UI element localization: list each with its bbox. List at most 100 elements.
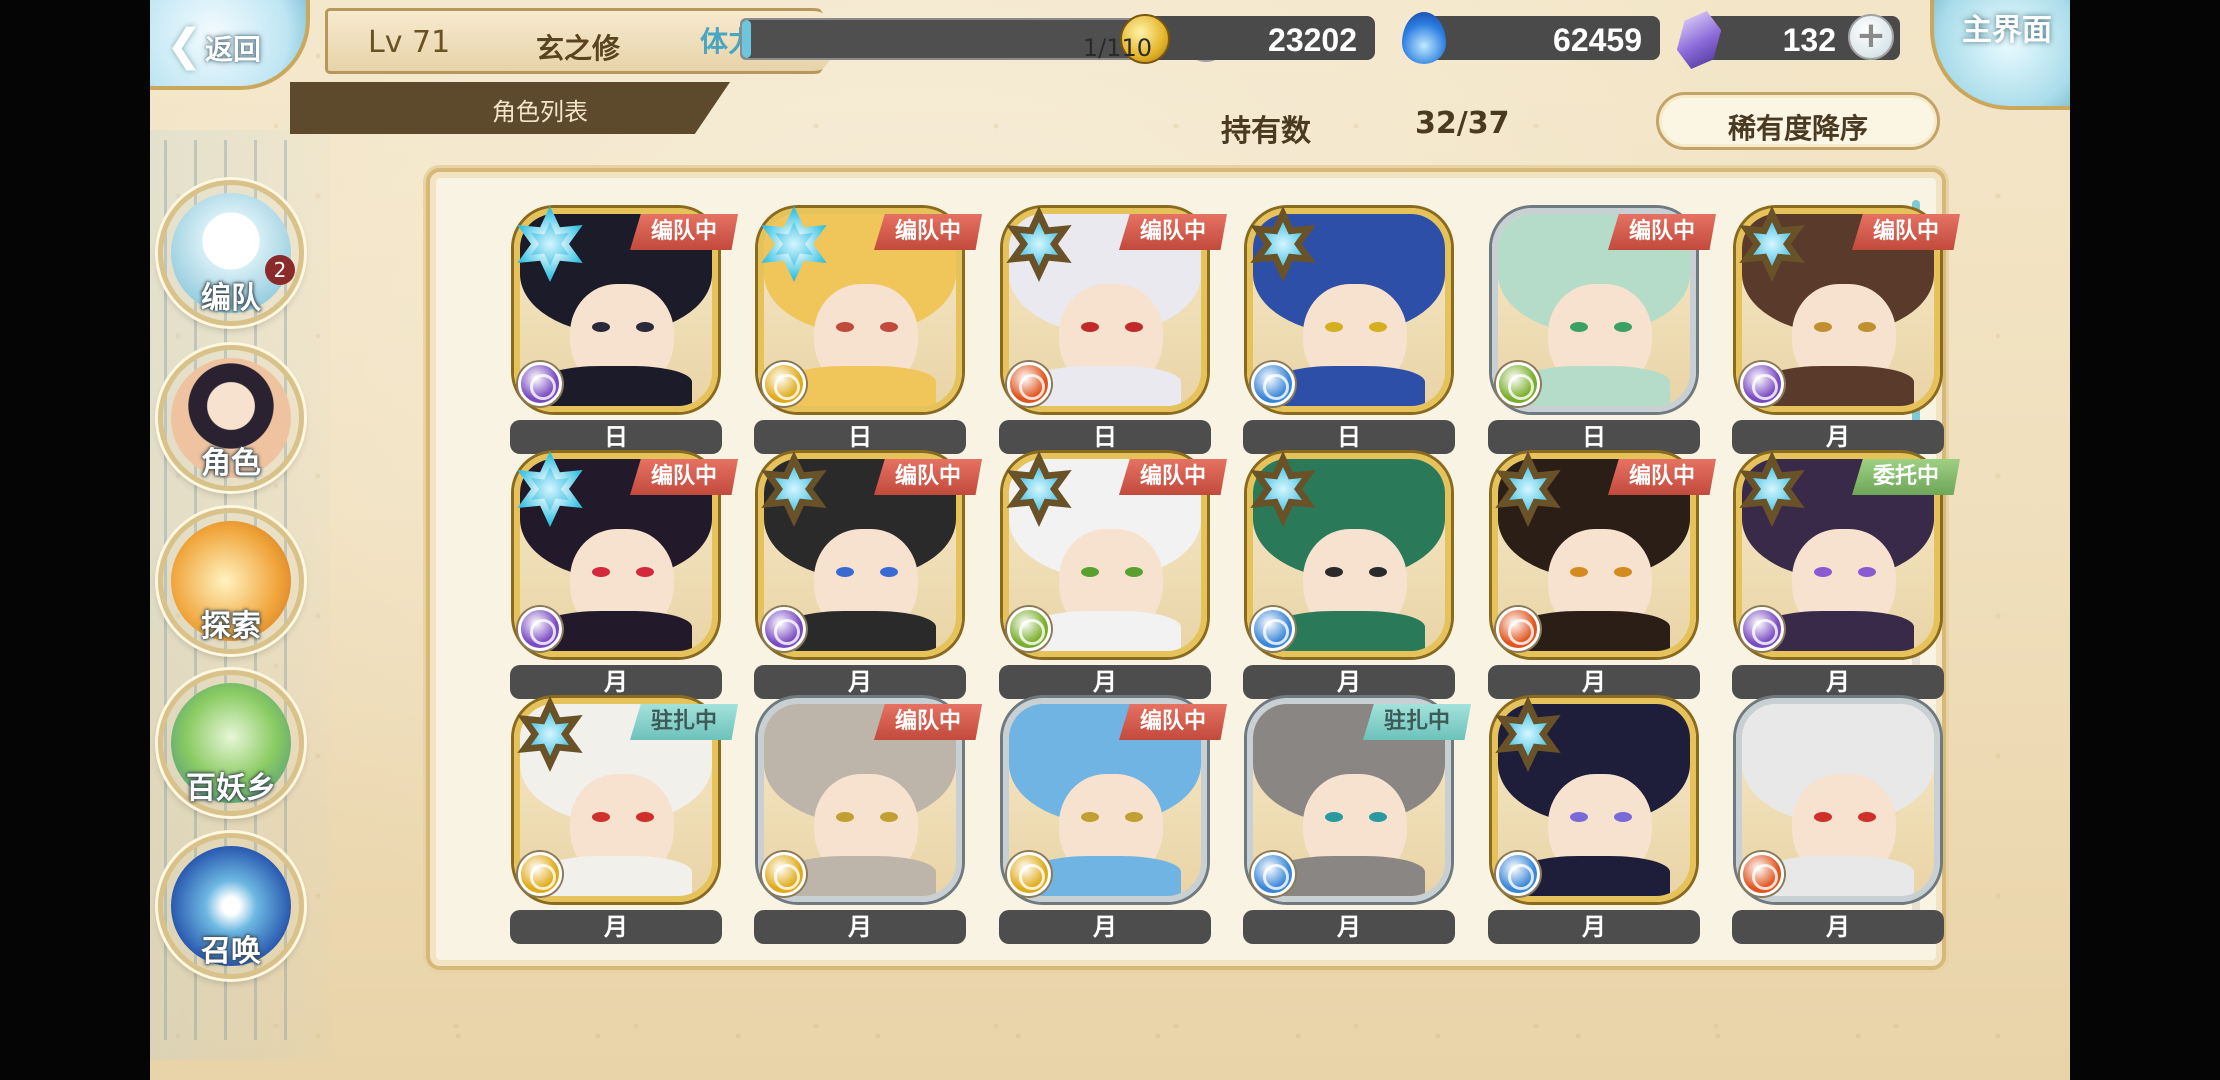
rarity-star-core [531,222,569,266]
character-day-label: 月 [1732,910,1944,944]
character-eye [1614,567,1632,577]
character-eye [1858,567,1876,577]
character-eye [1858,812,1876,822]
character-card[interactable]: 编队中日 [1488,208,1716,454]
nav-summon-button[interactable]: 召唤 [158,833,304,979]
status-badge: 编队中 [874,704,982,740]
rarity-star-core [1264,222,1302,266]
character-outfit [1762,611,1914,651]
character-list-screen: 2 编队 角色 探索 百妖乡 召唤 ❮ 返回 Lv 71 玄之修 角色列表 体力 1/11… [150,0,2070,1080]
character-card[interactable]: 月 [1732,698,1948,944]
character-outfit [1762,366,1914,406]
character-outfit [1029,366,1181,406]
character-outfit [1029,611,1181,651]
status-badge: 编队中 [1852,214,1960,250]
add-gems-button[interactable]: + [1848,14,1894,60]
character-eye [1369,567,1387,577]
character-card[interactable]: 驻扎中月 [1243,698,1471,944]
character-eye [1325,812,1343,822]
character-card[interactable]: 月 [1488,696,1704,944]
rarity-star-core [775,467,813,511]
purple-element-icon [518,607,562,651]
character-eye [1570,812,1588,822]
status-badge: 编队中 [1119,214,1227,250]
character-card[interactable]: 委托中月 [1732,451,1960,699]
stamina-value: 1/110 [1082,34,1152,62]
green-element-icon [1496,362,1540,406]
character-card[interactable]: 日 [1243,206,1459,454]
character-day-label: 日 [1488,420,1700,454]
back-arrow-icon: ❮ [166,20,203,71]
gold-counter: 23202 [1140,16,1375,60]
character-eye [1814,812,1832,822]
character-eye [1081,567,1099,577]
character-eye [636,322,654,332]
nav-character-button[interactable]: 角色 [158,345,304,491]
character-card[interactable]: 编队中月 [999,451,1227,699]
rarity-star-core [1509,712,1547,756]
character-card[interactable]: 编队中日 [999,206,1227,454]
character-day-label: 日 [510,420,722,454]
character-card[interactable]: 编队中日 [510,206,738,454]
back-label: 返回 [205,33,262,66]
character-card[interactable]: 编队中日 [754,206,982,454]
character-eye [1325,322,1343,332]
nav-formation-button[interactable]: 2 编队 [158,180,304,326]
nav-label: 召唤 [201,934,261,969]
character-outfit [1762,856,1914,896]
orange-element-icon [1007,362,1051,406]
character-card[interactable]: 编队中月 [510,451,738,699]
character-outfit [784,856,936,896]
spirit-counter: 62459 [1410,16,1660,60]
character-day-label: 月 [1732,665,1944,699]
status-badge: 编队中 [874,214,982,250]
character-outfit [540,366,692,406]
character-card[interactable]: 驻扎中月 [510,696,738,944]
character-eye [1081,812,1099,822]
character-eye [1814,567,1832,577]
status-badge: 编队中 [1608,214,1716,250]
character-card[interactable]: 编队中月 [1488,451,1716,699]
player-level: Lv 71 [368,25,451,60]
holdings-count: 32/37 [1415,106,1510,141]
character-outfit [784,611,936,651]
nav-village-button[interactable]: 百妖乡 [158,670,304,816]
character-day-label: 月 [754,910,966,944]
character-eye [1570,567,1588,577]
blue-element-icon [1251,607,1295,651]
yellow-element-icon [1007,852,1051,896]
character-eye [880,322,898,332]
character-outfit [1518,611,1670,651]
status-badge: 编队中 [1119,459,1227,495]
character-outfit [1029,856,1181,896]
character-card[interactable]: 编队中月 [999,698,1227,944]
status-badge: 编队中 [630,214,738,250]
character-card[interactable]: 编队中月 [1732,206,1960,454]
character-eye [1570,322,1588,332]
character-card[interactable]: 月 [1243,451,1459,699]
character-eye [592,322,610,332]
character-outfit [1518,366,1670,406]
rarity-star-core [1264,467,1302,511]
nav-explore-button[interactable]: 探索 [158,508,304,654]
character-eye [1369,322,1387,332]
purple-element-icon [518,362,562,406]
game-screen: 2 编队 角色 探索 百妖乡 召唤 ❮ 返回 Lv 71 玄之修 角色列表 体力 1/11… [0,0,2220,1080]
character-eye [1081,322,1099,332]
blue-element-icon [1496,852,1540,896]
character-eye [1614,322,1632,332]
character-card[interactable]: 编队中月 [754,451,982,699]
status-badge: 驻扎中 [630,704,738,740]
rarity-star-core [775,222,813,266]
sort-rarity-button[interactable]: 稀有度降序 [1656,92,1940,150]
character-day-label: 月 [510,665,722,699]
character-card[interactable]: 编队中月 [754,698,982,944]
orange-element-icon [1496,607,1540,651]
character-eye [1369,812,1387,822]
rarity-star-core [1020,222,1058,266]
character-outfit [784,366,936,406]
character-eye [1614,812,1632,822]
character-eye [636,812,654,822]
stamina-fill [742,20,752,58]
character-day-label: 日 [999,420,1211,454]
